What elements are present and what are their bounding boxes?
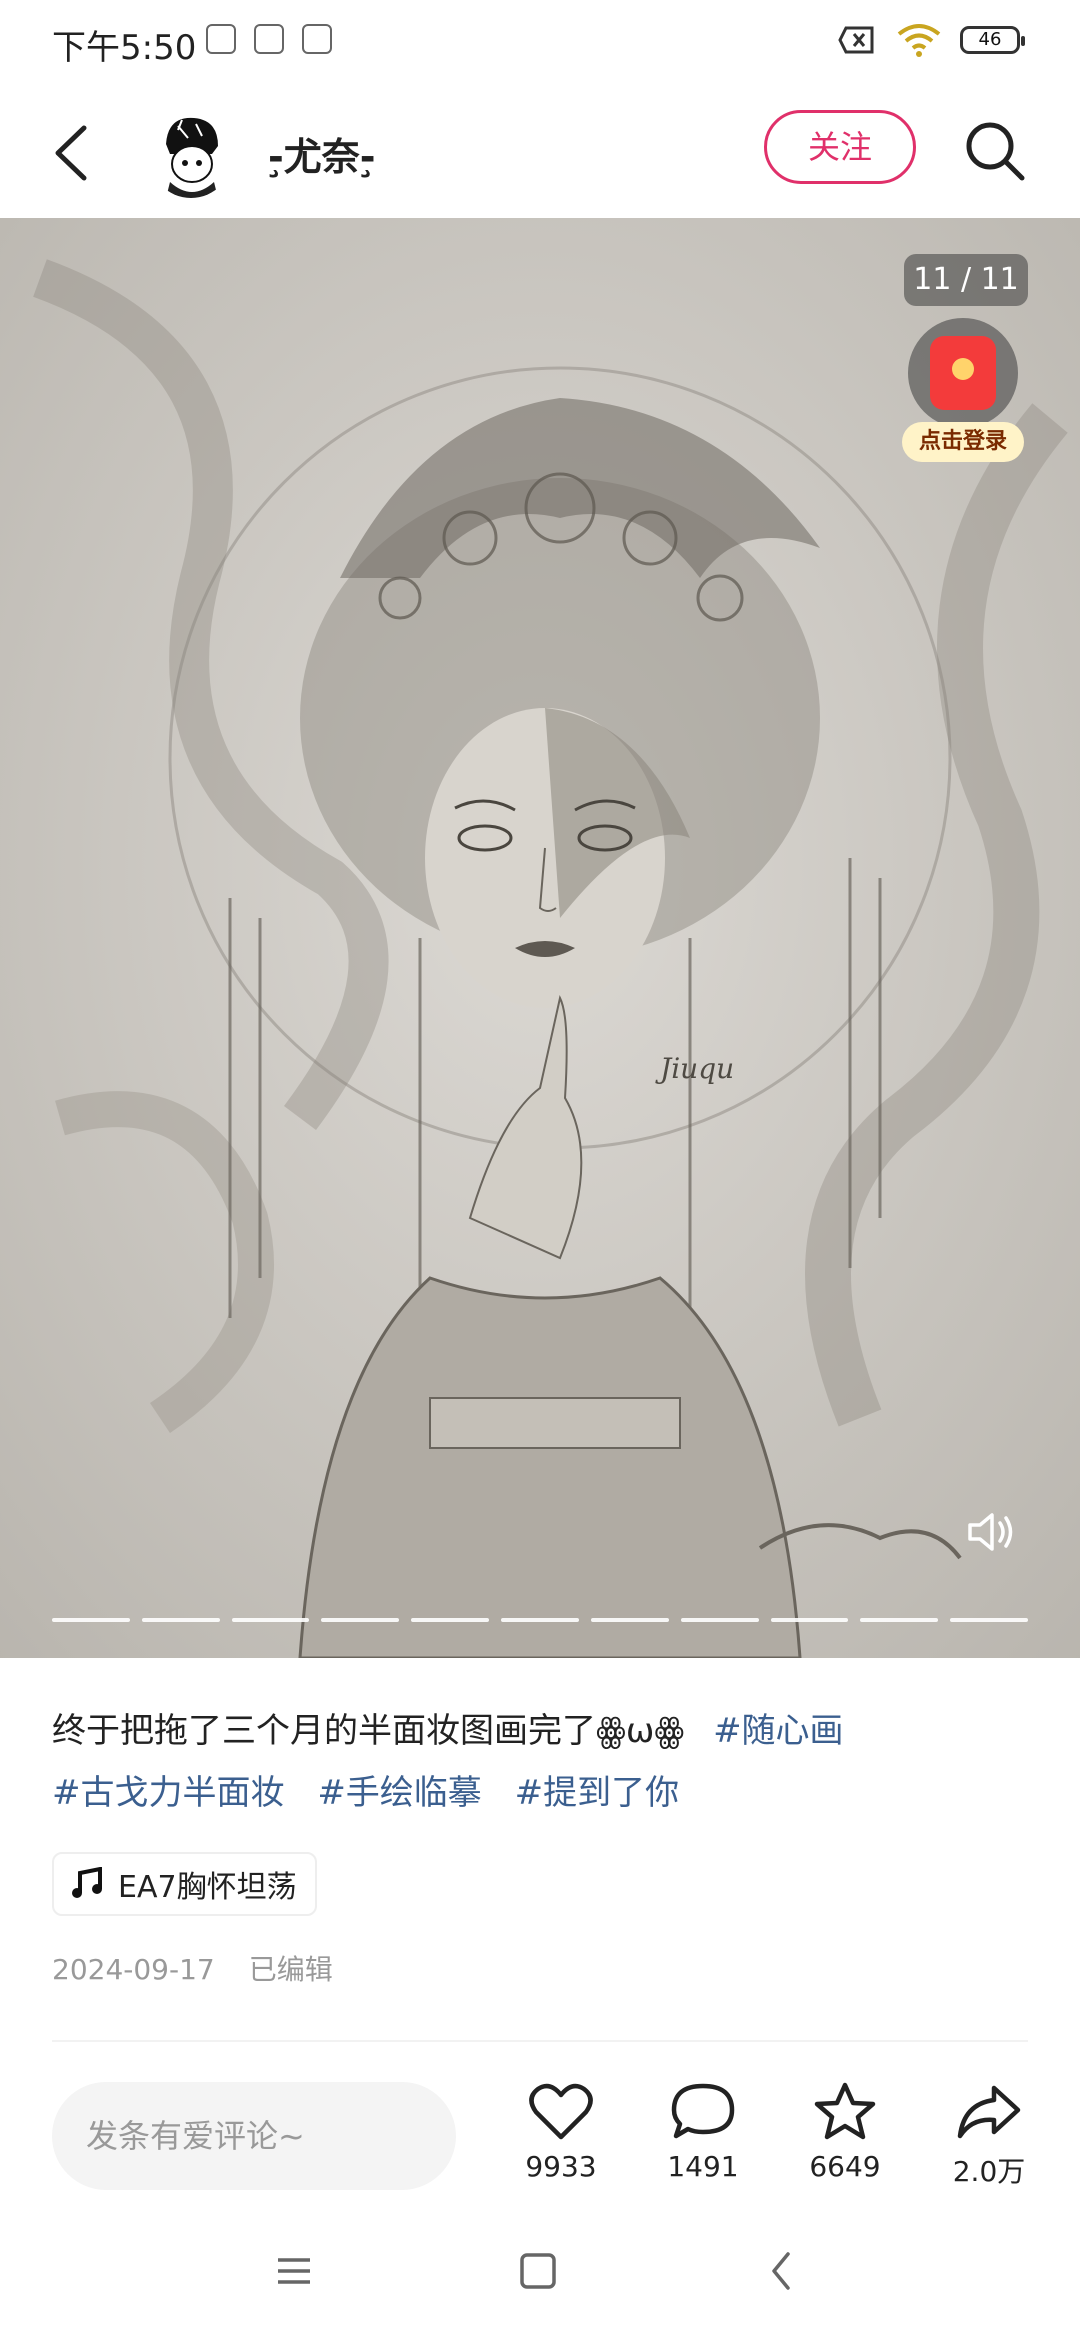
page-dot	[141, 1618, 220, 1622]
comment-button[interactable]: 1491	[648, 2082, 758, 2183]
notification-icon	[302, 24, 332, 54]
page-dot	[950, 1618, 1028, 1622]
action-bar: 发条有爱评论~ 9933 1491 6649 2.0万	[0, 2064, 1080, 2206]
favorite-count: 6649	[809, 2150, 881, 2183]
wifi-icon	[897, 24, 941, 57]
hashtag-link[interactable]: #古戈力半面妆	[52, 1773, 285, 1813]
status-time: 下午5:50	[52, 28, 197, 68]
red-envelope-icon	[930, 336, 996, 410]
volume-icon[interactable]	[966, 1510, 1016, 1554]
system-nav-bar	[0, 2206, 1080, 2340]
caption-text: 终于把拖了三个月的半面妆图画完了ꙮωꙮ	[52, 1711, 685, 1751]
follow-button[interactable]: 关注	[764, 110, 916, 184]
page-dot	[501, 1618, 579, 1622]
share-count: 2.0万	[952, 2155, 1026, 2188]
hashtag-link[interactable]: #手绘临摹	[317, 1773, 482, 1813]
page-dot	[321, 1618, 400, 1622]
battery-icon: 46	[960, 26, 1025, 54]
star-icon	[814, 2082, 876, 2140]
back-button[interactable]	[40, 118, 110, 188]
share-icon	[957, 2085, 1021, 2139]
page-dot	[231, 1618, 310, 1622]
home-icon[interactable]	[508, 2246, 568, 2296]
page-indicator	[52, 1618, 1028, 1624]
comment-icon	[671, 2083, 735, 2139]
page-dot	[680, 1618, 759, 1622]
music-tag[interactable]: EA7胸怀坦荡	[52, 1852, 317, 1916]
no-sim-icon	[838, 26, 874, 54]
status-right: 46	[838, 22, 1025, 58]
menu-icon[interactable]	[264, 2246, 324, 2296]
search-icon[interactable]	[960, 116, 1030, 186]
page-dot	[411, 1618, 490, 1622]
comment-count: 1491	[667, 2150, 739, 2183]
like-count: 9933	[525, 2150, 597, 2183]
notification-icon	[206, 24, 236, 54]
avatar[interactable]	[148, 108, 234, 198]
heart-icon	[529, 2083, 593, 2140]
status-bar: 下午5:50 46	[0, 0, 1080, 88]
post-meta: 2024-09-17 已编辑	[52, 1948, 333, 1988]
page-dot	[770, 1618, 849, 1622]
artist-signature: Jiuqu	[655, 1052, 734, 1085]
music-title: EA7胸怀坦荡	[118, 1870, 297, 1905]
username[interactable]: -̧尤奈-̧	[268, 126, 376, 181]
notification-icon	[254, 24, 284, 54]
back-nav-icon[interactable]	[752, 2246, 812, 2296]
favorite-button[interactable]: 6649	[790, 2082, 900, 2183]
page-dot	[52, 1618, 130, 1622]
hashtag-link[interactable]: #提到了你	[515, 1773, 680, 1813]
page-dot	[590, 1618, 669, 1622]
hashtag-link[interactable]: #随心画	[713, 1711, 844, 1751]
post-date: 2024-09-17	[52, 1953, 215, 1986]
divider	[52, 2040, 1028, 2042]
edited-label: 已编辑	[248, 1953, 333, 1986]
post-caption: 终于把拖了三个月的半面妆图画完了ꙮωꙮ #随心画 #古戈力半面妆 #手绘临摹 #…	[52, 1700, 1032, 1824]
login-promo-label: 点击登录	[902, 422, 1024, 462]
comment-input[interactable]: 发条有爱评论~	[52, 2082, 456, 2190]
music-note-icon	[72, 1867, 102, 1898]
page-dot	[860, 1618, 939, 1622]
login-promo[interactable]: 点击登录	[902, 318, 1024, 466]
page-counter: 11 / 11	[904, 254, 1028, 306]
share-button[interactable]: 2.0万	[934, 2082, 1044, 2190]
post-header: -̧尤奈-̧ 关注	[0, 88, 1080, 218]
like-button[interactable]: 9933	[506, 2082, 616, 2183]
avatar-icon	[148, 110, 234, 198]
